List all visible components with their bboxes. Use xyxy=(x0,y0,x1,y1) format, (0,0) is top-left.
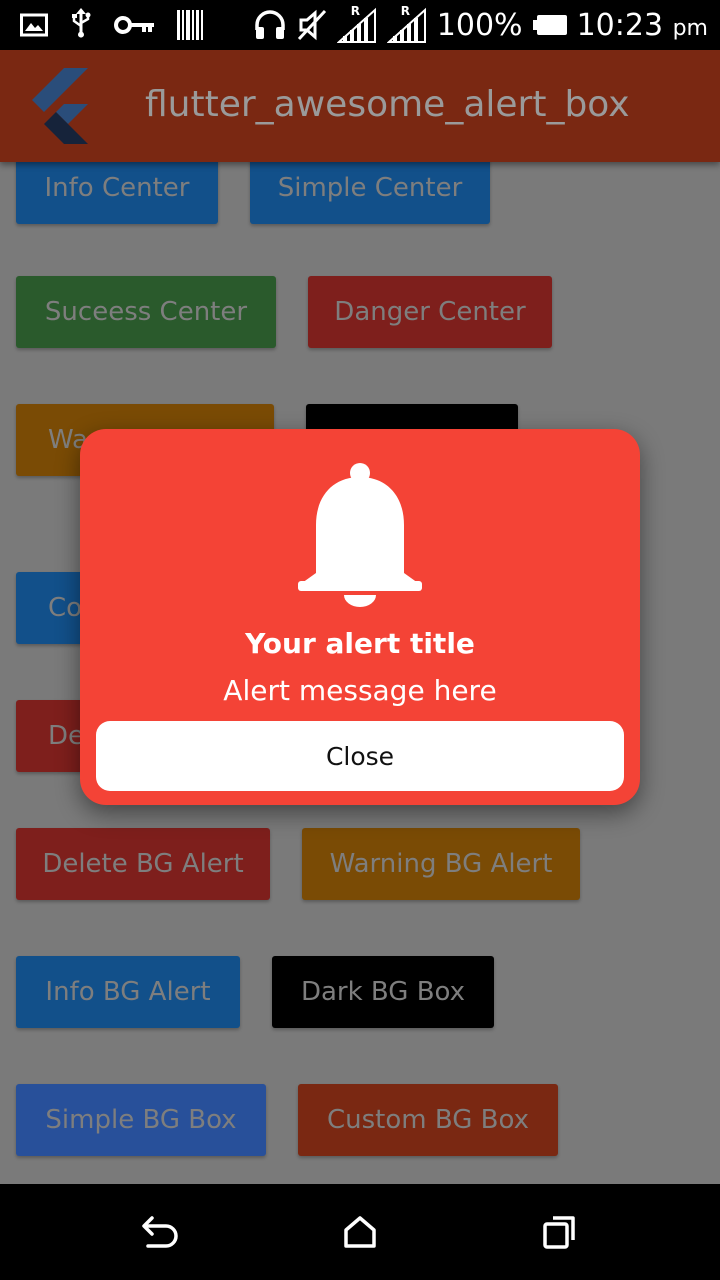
status-bar: R R 100% 10:23 pm xyxy=(0,0,720,50)
key-icon xyxy=(114,16,154,34)
dark-bg-box-button[interactable]: Dark BG Box xyxy=(272,956,494,1028)
info-center-button[interactable]: Info Center xyxy=(16,162,218,224)
back-button[interactable] xyxy=(134,1206,186,1258)
info-bg-alert-button[interactable]: Info BG Alert xyxy=(16,956,240,1028)
alert-message: Alert message here xyxy=(223,674,497,707)
navigation-bar xyxy=(0,1184,720,1280)
simple-center-button[interactable]: Simple Center xyxy=(250,162,490,224)
battery-icon xyxy=(532,15,567,35)
delete-bg-alert-button[interactable]: Delete BG Alert xyxy=(16,828,270,900)
clock-suffix: pm xyxy=(672,15,708,41)
simple-bg-box-button[interactable]: Simple BG Box xyxy=(16,1084,266,1156)
flutter-logo-icon xyxy=(32,68,88,144)
headset-icon xyxy=(255,10,285,39)
usb-icon xyxy=(72,8,91,38)
recent-apps-button[interactable] xyxy=(534,1206,586,1258)
bell-icon xyxy=(298,463,422,607)
barcode-icon xyxy=(177,10,203,40)
home-icon xyxy=(344,1216,376,1248)
alert-title: Your alert title xyxy=(245,627,475,660)
battery-percent: 100% xyxy=(436,7,523,43)
home-button[interactable] xyxy=(334,1206,386,1258)
mute-icon xyxy=(297,9,326,41)
alert-dialog: Your alert title Alert message here Clos… xyxy=(80,429,640,805)
custom-bg-box-button[interactable]: Custom BG Box xyxy=(298,1084,558,1156)
close-button[interactable]: Close xyxy=(96,721,624,791)
signal-icon xyxy=(386,7,426,43)
app-title: flutter_awesome_alert_box xyxy=(145,84,630,125)
back-icon xyxy=(142,1216,178,1248)
signal-strength-2: R xyxy=(386,4,427,44)
recent-apps-icon xyxy=(543,1216,575,1249)
danger-center-button[interactable]: Danger Center xyxy=(308,276,552,348)
clock: 10:23 pm xyxy=(577,8,708,43)
app-bar: flutter_awesome_alert_box xyxy=(0,50,720,162)
success-center-button[interactable]: Suceess Center xyxy=(16,276,276,348)
warning-bg-alert-button[interactable]: Warning BG Alert xyxy=(302,828,580,900)
clock-time: 10:23 xyxy=(576,7,664,43)
image-icon xyxy=(20,13,48,37)
signal-icon xyxy=(336,7,376,43)
signal-strength-1: R xyxy=(336,4,377,44)
